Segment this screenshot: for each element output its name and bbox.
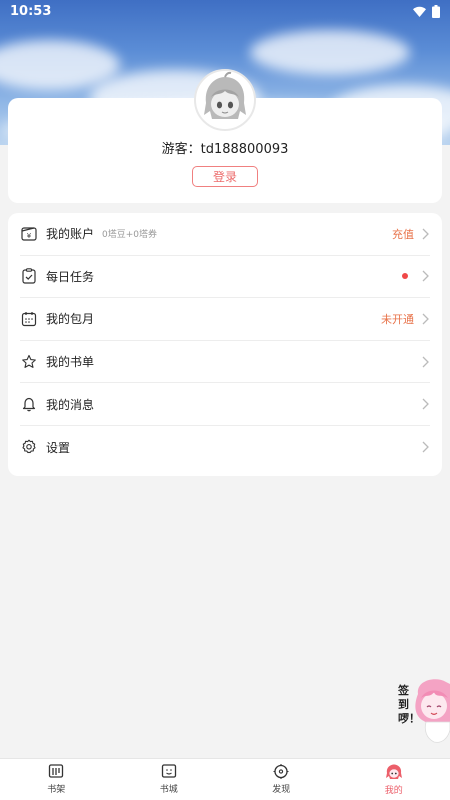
menu-label: 我的包月: [46, 312, 95, 327]
menu-label: 设置: [46, 440, 71, 455]
username: 游客：td188800093: [161, 142, 289, 157]
notification-dot: [402, 273, 408, 280]
recharge-link[interactable]: 充值: [392, 226, 414, 242]
menu-item-account[interactable]: ¥ 我的账户 0塔豆+0塔券 充值: [20, 213, 430, 256]
menu-item-settings[interactable]: 设置: [20, 426, 430, 469]
chevron-right-icon: [422, 356, 429, 368]
balance-text: 0塔豆+0塔券: [102, 230, 158, 241]
login-button[interactable]: 登录: [192, 166, 258, 187]
subscription-status: 未开通: [381, 312, 414, 326]
menu-item-monthly[interactable]: 我的包月 未开通: [20, 298, 430, 341]
chevron-right-icon: [422, 313, 429, 325]
svg-text:¥: ¥: [27, 232, 32, 240]
chevron-right-icon: [422, 398, 429, 410]
star-icon: [20, 353, 38, 371]
gear-icon: [20, 438, 38, 456]
bell-icon: [20, 395, 38, 413]
chevron-right-icon: [422, 270, 429, 282]
wifi-icon: [413, 6, 426, 17]
bottom-tab-bar: 书架 书城 发现 我的: [0, 758, 450, 800]
wallet-icon: ¥: [20, 225, 38, 243]
chevron-right-icon: [422, 228, 429, 240]
menu-label: 我的消息: [46, 397, 95, 412]
status-time: 10:53: [10, 3, 52, 19]
status-bar: 10:53: [0, 0, 450, 22]
bookstore-icon: [161, 764, 176, 778]
checkin-floating-button[interactable]: 签到啰！: [396, 674, 450, 750]
mascot-icon: [385, 764, 402, 779]
menu-label: 我的书单: [46, 355, 95, 370]
menu-item-booklist[interactable]: 我的书单: [20, 341, 430, 384]
tab-mine[interactable]: 我的: [338, 759, 450, 800]
menu-label: 每日任务: [46, 269, 95, 284]
bookshelf-icon: [49, 764, 64, 778]
menu-item-daily-tasks[interactable]: 每日任务: [20, 256, 430, 299]
menu-list: ¥ 我的账户 0塔豆+0塔券 充值 每日任务 我的包月 未开通 我的书单 我的消…: [8, 213, 442, 476]
menu-label: 我的账户: [46, 227, 95, 242]
checkin-text: 签到啰！: [398, 684, 420, 725]
battery-icon: [432, 4, 440, 18]
chevron-right-icon: [422, 441, 429, 453]
tab-label: 书城: [159, 785, 178, 795]
tab-bookstore[interactable]: 书城: [113, 759, 226, 800]
tab-label: 我的: [384, 785, 403, 796]
tab-discover[interactable]: 发现: [225, 759, 338, 800]
tab-label: 书架: [47, 785, 66, 795]
tab-bookshelf[interactable]: 书架: [0, 759, 113, 800]
avatar[interactable]: [194, 69, 256, 131]
compass-icon: [273, 764, 289, 779]
menu-item-messages[interactable]: 我的消息: [20, 383, 430, 426]
calendar-icon: [20, 310, 38, 328]
avatar-mascot-icon: [204, 71, 246, 119]
clipboard-check-icon: [20, 267, 38, 285]
tab-label: 发现: [272, 785, 291, 795]
